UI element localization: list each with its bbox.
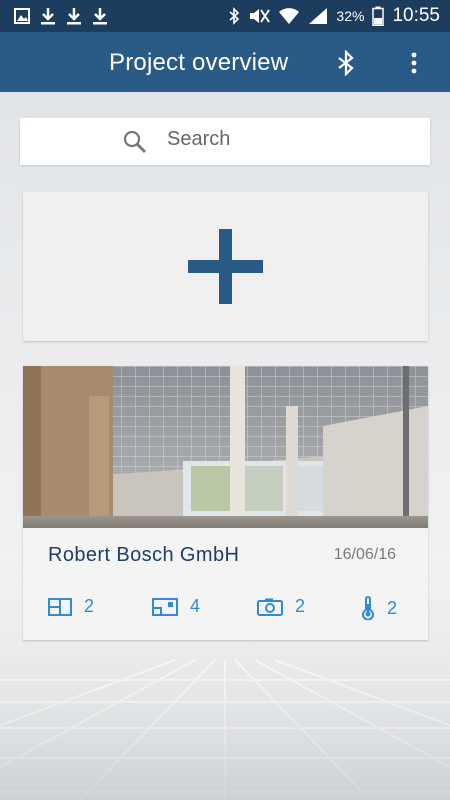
status-bar: 32% 10:55: [0, 0, 450, 32]
battery-icon: [372, 6, 385, 26]
download-icon: [93, 8, 107, 25]
download-icon: [67, 8, 81, 25]
project-card[interactable]: Robert Bosch GmbH 16/06/16 2 4 2 2: [23, 366, 428, 640]
plus-icon: [188, 229, 263, 304]
measurement-count-value: 2: [387, 597, 398, 618]
page-title: Project overview: [109, 49, 289, 76]
floorplan-icon: [48, 597, 72, 616]
signal-icon: [309, 8, 328, 24]
bluetooth-icon[interactable]: [336, 50, 356, 76]
search-placeholder: Search: [167, 128, 231, 150]
mute-icon: [250, 9, 271, 23]
add-project-button[interactable]: [23, 192, 428, 341]
app-bar: Project overview: [0, 32, 450, 92]
image-icon: [14, 8, 30, 24]
project-name: Robert Bosch GmbH: [48, 544, 240, 566]
room-count-value: 4: [190, 596, 201, 616]
project-photo: [23, 366, 428, 528]
wifi-icon: [279, 8, 300, 24]
room-count[interactable]: 4: [152, 596, 200, 617]
more-vert-icon[interactable]: [409, 52, 419, 74]
download-icon: [41, 8, 55, 25]
search-icon: [123, 130, 147, 154]
clock: 10:55: [392, 5, 440, 26]
search-input[interactable]: Search: [20, 118, 430, 165]
project-date: 16/06/16: [333, 546, 396, 563]
floorplan-count[interactable]: 2: [48, 596, 94, 617]
battery-percent: 32%: [336, 8, 365, 24]
photo-count[interactable]: 2: [257, 596, 305, 617]
room-icon: [152, 597, 178, 616]
thermometer-icon: [362, 596, 374, 620]
camera-icon: [257, 598, 283, 616]
photo-count-value: 2: [295, 596, 306, 616]
bluetooth-icon: [229, 7, 240, 25]
measurement-count[interactable]: 2: [361, 596, 397, 620]
background-floor: [0, 640, 450, 800]
floorplan-count-value: 2: [84, 596, 95, 616]
